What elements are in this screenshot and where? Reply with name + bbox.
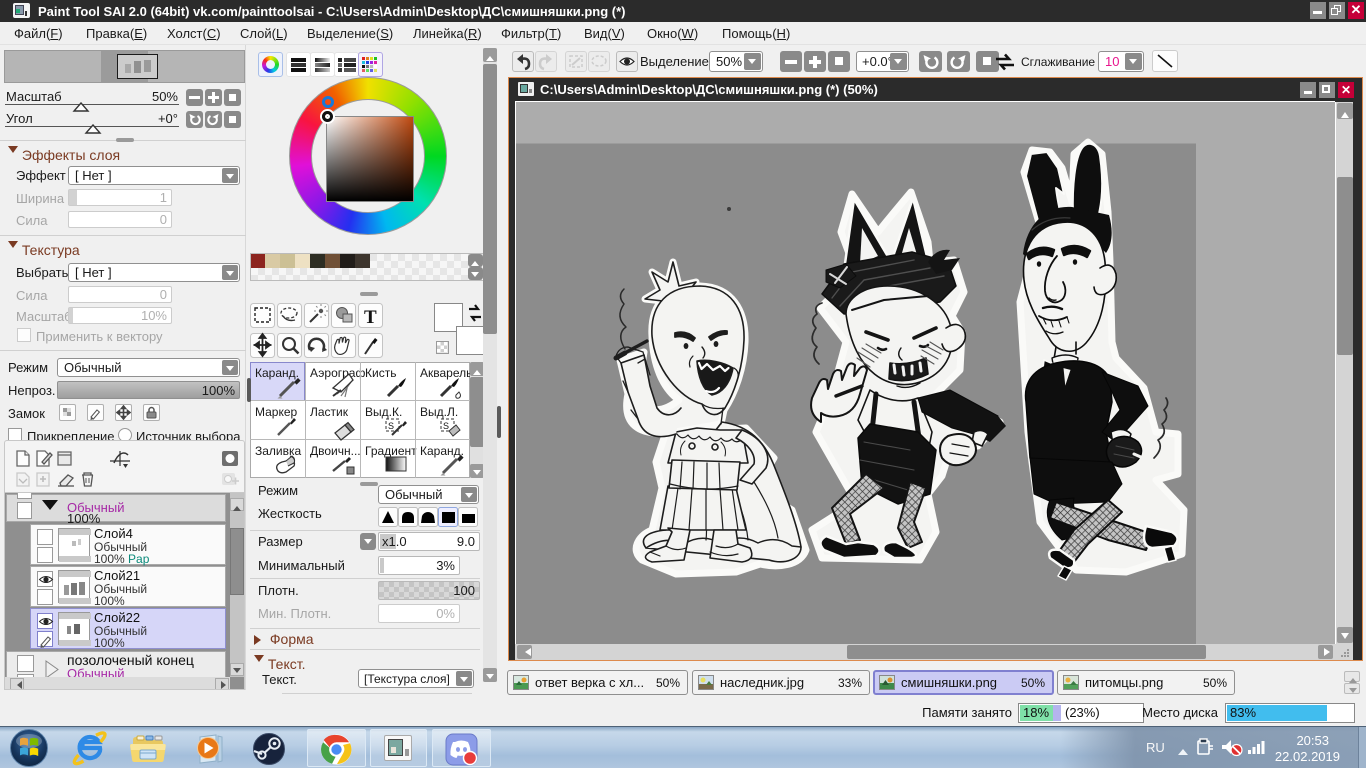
svg-text:S: S [388, 421, 394, 431]
svg-text:T: T [364, 307, 377, 328]
svg-text:S: S [443, 421, 449, 431]
